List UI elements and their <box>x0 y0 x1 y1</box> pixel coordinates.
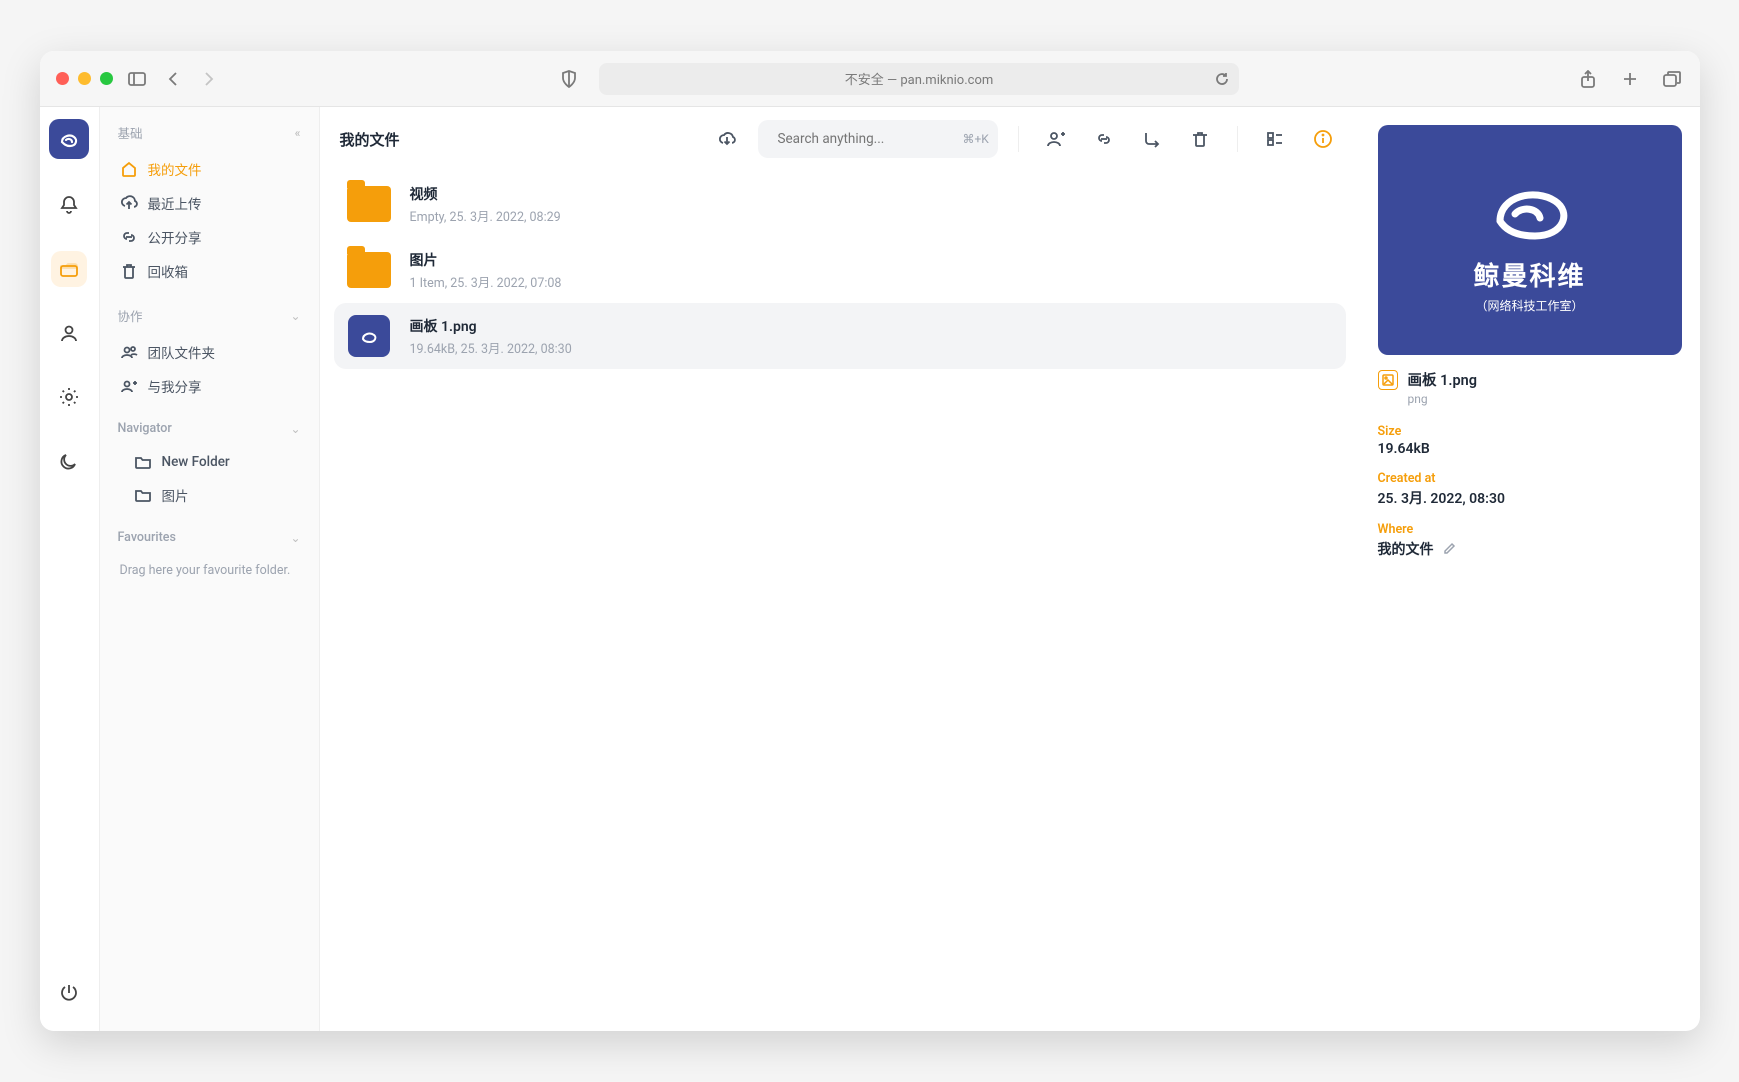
reload-icon[interactable] <box>1215 72 1229 86</box>
preview-subtitle: （网络科技工作室） <box>1475 297 1583 314</box>
file-name: 画板 1.png <box>410 316 572 336</box>
sidebar-section-navigator: Navigator <box>118 421 172 436</box>
where-label: Where <box>1378 522 1682 537</box>
settings-icon[interactable] <box>51 379 87 415</box>
where-value: 我的文件 <box>1378 539 1434 559</box>
files-icon[interactable] <box>51 251 87 287</box>
share-icon[interactable] <box>1576 67 1600 91</box>
collapse-sidebar-icon[interactable]: « <box>295 126 301 140</box>
details-panel: 鲸曼科维 （网络科技工作室） 画板 1.png png Size 19.64kB… <box>1360 107 1700 1031</box>
traffic-lights <box>56 72 113 85</box>
details-file-ext: png <box>1408 392 1682 406</box>
sidebar-item-public-share[interactable]: 公开分享 <box>110 220 309 254</box>
search-input[interactable] <box>778 131 955 147</box>
image-icon <box>1378 370 1398 390</box>
add-user-icon[interactable] <box>1039 122 1073 156</box>
forward-button[interactable] <box>197 67 221 91</box>
address-bar[interactable]: 不安全 — pan.miknio.com <box>599 63 1239 95</box>
file-name: 图片 <box>410 250 562 270</box>
created-label: Created at <box>1378 471 1682 486</box>
details-file-name: 画板 1.png <box>1408 369 1478 390</box>
file-list: 视频 Empty, 25. 3月. 2022, 08:29 图片 1 Item,… <box>320 171 1360 369</box>
size-label: Size <box>1378 424 1682 439</box>
sidebar-item-team-folders[interactable]: 团队文件夹 <box>110 335 309 369</box>
sidebar-item-label: 团队文件夹 <box>148 342 216 362</box>
sidebar-item-label: 我的文件 <box>148 159 202 179</box>
new-tab-icon[interactable] <box>1618 67 1642 91</box>
sidebar: 基础 « 我的文件 最近上传 公开分享 回收箱 协作 <box>100 107 320 1031</box>
minimize-window-button[interactable] <box>78 72 91 85</box>
shield-icon[interactable] <box>557 67 581 91</box>
file-row-folder[interactable]: 图片 1 Item, 25. 3月. 2022, 07:08 <box>334 237 1346 303</box>
chevron-down-icon[interactable]: ⌄ <box>290 422 300 436</box>
chevron-down-icon[interactable]: ⌄ <box>290 309 300 323</box>
file-name: 视频 <box>410 184 561 204</box>
dark-mode-icon[interactable] <box>51 443 87 479</box>
tabs-icon[interactable] <box>1660 67 1684 91</box>
sidebar-section-basic: 基础 <box>118 123 143 142</box>
folder-icon <box>346 247 392 293</box>
topbar: 我的文件 ⌘+K <box>320 107 1360 171</box>
browser-window: 不安全 — pan.miknio.com <box>40 51 1700 1031</box>
sidebar-section-favourites: Favourites <box>118 530 176 545</box>
sidebar-item-label: 最近上传 <box>148 193 202 213</box>
file-row-folder[interactable]: 视频 Empty, 25. 3月. 2022, 08:29 <box>334 171 1346 237</box>
sidebar-item-label: 公开分享 <box>148 227 202 247</box>
file-subtitle: 1 Item, 25. 3月. 2022, 07:08 <box>410 272 562 291</box>
favourites-empty-text: Drag here your favourite folder. <box>110 555 309 586</box>
file-row-image[interactable]: 画板 1.png 19.64kB, 25. 3月. 2022, 08:30 <box>334 303 1346 369</box>
navigator-item-label: New Folder <box>162 454 230 470</box>
view-toggle-icon[interactable] <box>1258 122 1292 156</box>
app-logo[interactable] <box>49 119 89 159</box>
file-subtitle: 19.64kB, 25. 3月. 2022, 08:30 <box>410 338 572 357</box>
cloud-download-icon[interactable] <box>710 122 744 156</box>
edit-location-icon[interactable] <box>1442 542 1456 556</box>
search-box[interactable]: ⌘+K <box>758 120 998 158</box>
main-panel: 我的文件 ⌘+K <box>320 107 1360 1031</box>
divider <box>1018 126 1019 152</box>
sidebar-item-trash[interactable]: 回收箱 <box>110 254 309 288</box>
sidebar-item-shared-with-me[interactable]: 与我分享 <box>110 369 309 403</box>
sidebar-item-label: 回收箱 <box>148 261 189 281</box>
info-icon[interactable] <box>1306 122 1340 156</box>
preview-title: 鲸曼科维 <box>1473 256 1585 293</box>
back-button[interactable] <box>161 67 185 91</box>
sidebar-section-collab: 协作 <box>118 306 143 325</box>
sidebar-toggle-icon[interactable] <box>125 67 149 91</box>
link-icon[interactable] <box>1087 122 1121 156</box>
sidebar-item-my-files[interactable]: 我的文件 <box>110 152 309 186</box>
profile-icon[interactable] <box>51 315 87 351</box>
folder-icon <box>346 181 392 227</box>
sidebar-item-label: 与我分享 <box>148 376 202 396</box>
notifications-icon[interactable] <box>51 187 87 223</box>
power-icon[interactable] <box>51 975 87 1011</box>
navigator-item-pictures[interactable]: 图片 <box>110 478 309 512</box>
move-icon[interactable] <box>1135 122 1169 156</box>
close-window-button[interactable] <box>56 72 69 85</box>
chevron-down-icon[interactable]: ⌄ <box>290 531 300 545</box>
size-value: 19.64kB <box>1378 441 1682 457</box>
navigator-item-label: 图片 <box>162 485 189 505</box>
search-shortcut: ⌘+K <box>963 132 989 146</box>
navigator-item-new-folder[interactable]: New Folder <box>110 446 309 478</box>
sidebar-item-recent-upload[interactable]: 最近上传 <box>110 186 309 220</box>
maximize-window-button[interactable] <box>100 72 113 85</box>
page-title: 我的文件 <box>340 129 400 150</box>
divider <box>1237 126 1238 152</box>
nav-rail <box>40 107 100 1031</box>
delete-icon[interactable] <box>1183 122 1217 156</box>
created-value: 25. 3月. 2022, 08:30 <box>1378 488 1682 508</box>
titlebar: 不安全 — pan.miknio.com <box>40 51 1700 107</box>
file-preview: 鲸曼科维 （网络科技工作室） <box>1378 125 1682 355</box>
address-text: 不安全 — pan.miknio.com <box>845 69 994 88</box>
file-subtitle: Empty, 25. 3月. 2022, 08:29 <box>410 206 561 225</box>
image-thumbnail <box>346 313 392 359</box>
